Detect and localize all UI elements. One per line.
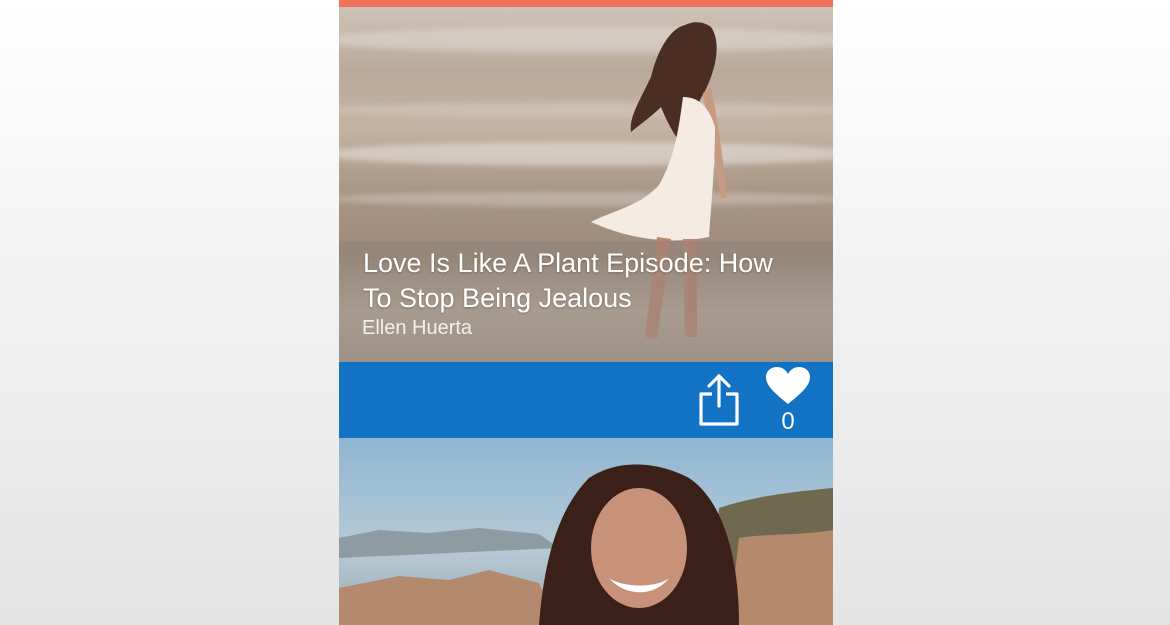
post-action-bar: 0 <box>339 362 833 438</box>
heart-icon <box>766 367 810 404</box>
share-button[interactable] <box>693 372 745 430</box>
app-feed: Love Is Like A Plant Episode: How To Sto… <box>339 0 833 625</box>
top-accent-bar <box>339 0 833 7</box>
post-title[interactable]: Love Is Like A Plant Episode: How To Sto… <box>363 246 803 316</box>
post-author[interactable]: Ellen Huerta <box>362 317 472 340</box>
share-icon <box>699 374 739 426</box>
like-count: 0 <box>781 408 795 435</box>
post-card-image-2[interactable] <box>339 438 833 625</box>
coastal-cliff-illustration <box>339 464 833 625</box>
like-button[interactable]: 0 <box>763 366 813 436</box>
post-card-image[interactable]: Love Is Like A Plant Episode: How To Sto… <box>339 7 833 362</box>
